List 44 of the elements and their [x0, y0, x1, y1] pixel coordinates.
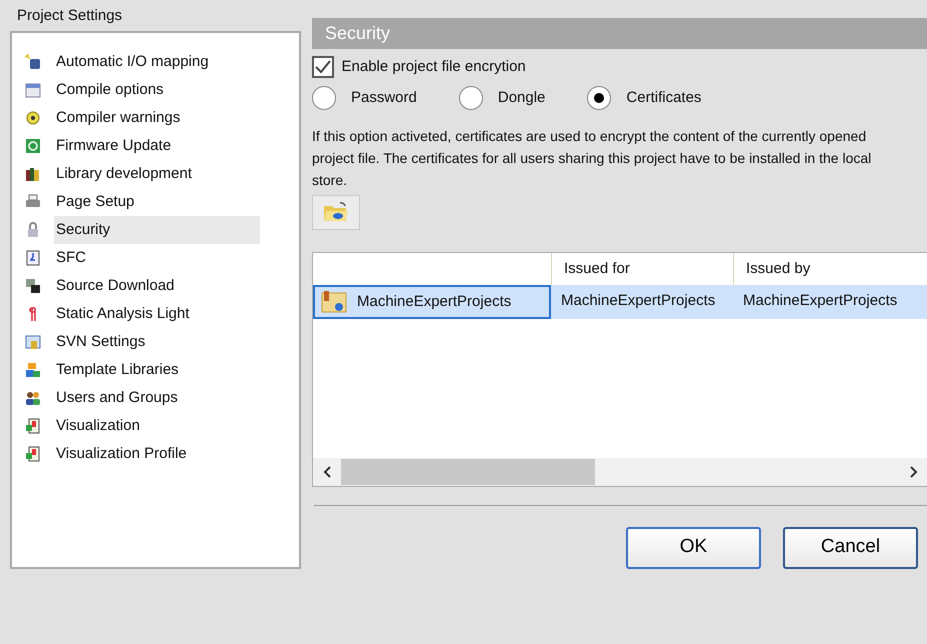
- radio-button[interactable]: [312, 86, 336, 110]
- window-icon: [24, 332, 42, 350]
- sidebar-item[interactable]: Source Download: [54, 272, 260, 300]
- sidebar-item[interactable]: SFC: [54, 244, 260, 272]
- cancel-button[interactable]: Cancel: [783, 526, 918, 568]
- radio-button[interactable]: [458, 86, 483, 110]
- sidebar-item[interactable]: Visualization Profile: [54, 440, 260, 468]
- radio-button[interactable]: [587, 86, 612, 110]
- sidebar-item[interactable]: Template Libraries: [54, 356, 260, 384]
- radio-label: Password: [351, 88, 417, 108]
- panel-icon: [24, 416, 42, 434]
- table-row[interactable]: MachineExpertProjects MachineExpertProjects MachineExpertProjects: [313, 285, 927, 320]
- sidebar-item[interactable]: Library development: [54, 160, 260, 188]
- sidebar-item[interactable]: Page Setup: [54, 188, 260, 216]
- window-title: Project Settings: [17, 6, 122, 26]
- sidebar-item[interactable]: Security: [54, 216, 260, 244]
- calendar-icon: [24, 80, 42, 98]
- ok-button[interactable]: OK: [626, 526, 761, 568]
- blocks-icon: [24, 360, 42, 378]
- plug-icon: [24, 52, 42, 70]
- certificate-icon: [321, 290, 347, 314]
- sidebar-item[interactable]: Users and Groups: [54, 384, 260, 412]
- radio-label: Dongle: [498, 88, 546, 108]
- sidebar-item[interactable]: Static Analysis Light: [54, 300, 260, 328]
- sidebar-item[interactable]: SVN Settings: [54, 328, 260, 356]
- radio-label: Certificates: [626, 88, 702, 108]
- section-header: Security: [312, 18, 927, 49]
- scrollbar-thumb[interactable]: [341, 458, 595, 484]
- sidebar-item[interactable]: Compile options: [54, 76, 260, 104]
- folder-icon: [323, 201, 349, 224]
- sidebar-item[interactable]: Visualization: [54, 412, 260, 440]
- sidebar-item[interactable]: Automatic I/O mapping: [54, 48, 260, 76]
- checkbox-label: Enable project file encrytion: [342, 57, 526, 78]
- checkbox[interactable]: [312, 56, 334, 78]
- sidebar-item[interactable]: Compiler warnings: [54, 104, 260, 132]
- sidebar-item[interactable]: Firmware Update: [54, 132, 260, 160]
- table-cell-text: MachineExpertProjects: [742, 291, 898, 312]
- description-text: If this option activeted, certificates are used to encrypt the content of the currently opened project file. The certificates for all users sharing this project have to be installed in the local store.: [312, 127, 872, 190]
- panel-icon: [24, 444, 42, 462]
- table-cell-text: MachineExpertProjects: [560, 291, 716, 312]
- import-button[interactable]: [312, 194, 360, 230]
- chip-icon: [24, 136, 42, 154]
- table-cell: MachineExpertProjects: [313, 285, 551, 320]
- warning-icon: [24, 108, 42, 126]
